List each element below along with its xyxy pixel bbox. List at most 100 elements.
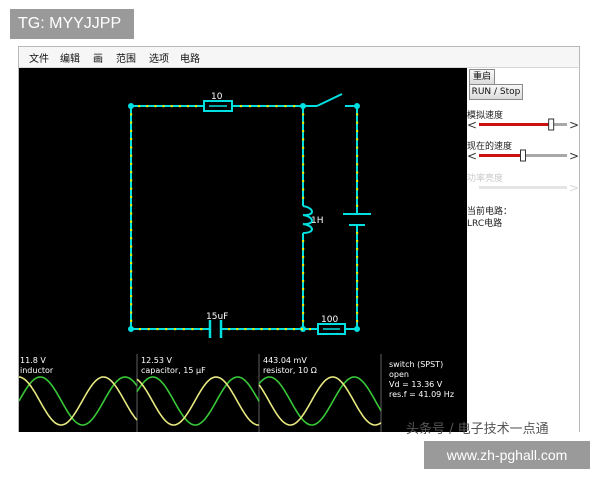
current-dot	[130, 171, 133, 174]
current-dot	[138, 105, 141, 108]
current-dot	[239, 105, 243, 108]
current-dot	[302, 155, 305, 158]
current-dot	[130, 311, 133, 314]
slider-thumb[interactable]	[520, 149, 526, 162]
current-dot	[130, 319, 133, 322]
menu-scope[interactable]: 范围	[116, 50, 136, 65]
current-dot	[178, 105, 181, 108]
current-dot	[302, 240, 305, 243]
node-top-left	[128, 103, 134, 109]
scope-resistor-label: 443.04 mV resistor, 10 Ω	[263, 356, 317, 376]
menu-draw[interactable]: 画	[93, 50, 103, 65]
current-dot	[356, 163, 359, 166]
slider-left-arrow-icon[interactable]: <	[467, 118, 477, 132]
current-dot	[356, 264, 359, 267]
current-dot	[356, 171, 359, 174]
slider-left-arrow-icon[interactable]: <	[467, 149, 477, 163]
run-stop-button[interactable]: RUN / Stop	[469, 84, 523, 100]
current-dot	[194, 105, 198, 108]
switch-info-vd: Vd = 13.36 V	[389, 380, 443, 389]
current-dot	[356, 129, 359, 133]
current-dot	[130, 204, 133, 207]
current-dot	[356, 296, 359, 299]
slider-track	[479, 186, 567, 189]
current-dot	[130, 179, 133, 182]
slider-right-arrow-icon[interactable]: >	[569, 149, 579, 163]
current-dot	[260, 328, 263, 331]
current-dot	[308, 328, 312, 331]
menu-bar: 文件 编辑 画 范围 选项 电路	[19, 47, 579, 68]
current-dot	[356, 312, 359, 315]
current-dot	[302, 196, 305, 199]
current-dot	[156, 328, 159, 331]
current-dot	[266, 105, 269, 108]
switch-info-resf: res.f = 41.09 Hz	[389, 390, 455, 399]
node-bottom-left	[128, 326, 134, 332]
simulation-canvas[interactable]: 10 100 1H 15uF 11.8 V inductor 12.53 V c…	[19, 68, 467, 432]
current-dot	[130, 220, 133, 223]
current-dot	[356, 272, 359, 275]
current-dot	[356, 232, 359, 235]
current-dot	[293, 105, 296, 108]
scope-inductor-value: 11.8 V	[20, 356, 46, 365]
current-dot	[356, 304, 359, 307]
scope-traces	[19, 376, 382, 426]
slider-fill	[479, 154, 523, 157]
current-dot	[130, 187, 133, 190]
scope-trace-voltage	[136, 376, 260, 426]
switch-info-title: switch (SPST)	[389, 360, 444, 369]
current-dot	[302, 256, 305, 259]
scope-capacitor-value: 12.53 V	[141, 356, 172, 365]
watermark-url: www.zh-pghall.com	[424, 441, 590, 469]
current-dot	[191, 328, 194, 331]
menu-circuits[interactable]: 电路	[180, 50, 200, 65]
current-dot	[302, 304, 305, 307]
slider-right-arrow-icon[interactable]: >	[569, 118, 579, 132]
current-dot	[200, 328, 203, 331]
current-dot	[356, 154, 359, 157]
current-dot	[162, 105, 165, 108]
current-dot	[302, 264, 305, 267]
current-dot	[257, 105, 260, 108]
scope-trace-voltage	[19, 376, 138, 426]
current-dot	[130, 245, 133, 248]
current-dot	[130, 146, 133, 149]
current-dot	[276, 328, 279, 331]
current-dot	[302, 113, 305, 116]
current-dot	[146, 105, 149, 108]
current-dot	[356, 188, 359, 191]
menu-edit[interactable]: 编辑	[60, 50, 80, 65]
slider-thumb[interactable]	[548, 118, 555, 131]
current-dot	[302, 138, 305, 141]
switch-blade	[316, 93, 343, 107]
node-top-mid	[300, 103, 306, 109]
current-dot	[170, 105, 173, 108]
menu-options[interactable]: 选项	[149, 50, 169, 65]
current-dot	[130, 303, 133, 306]
current-dot	[302, 171, 305, 174]
current-dot	[130, 237, 133, 240]
current-dot	[356, 204, 359, 207]
current-dot	[302, 320, 305, 323]
current-dot	[268, 328, 271, 331]
current-dot	[356, 288, 359, 291]
current-dot	[130, 270, 133, 273]
current-dot	[252, 328, 255, 331]
sim-speed-slider[interactable]: < >	[467, 118, 579, 132]
current-dot	[147, 328, 150, 331]
current-dot	[356, 320, 359, 323]
current-dot	[228, 328, 231, 331]
menu-file[interactable]: 文件	[29, 50, 49, 65]
current-dot	[356, 146, 359, 149]
current-dot	[356, 138, 359, 141]
scope-trace-voltage	[258, 376, 382, 426]
current-dot	[130, 162, 133, 165]
scope-capacitor-label: 12.53 V capacitor, 15 µF	[141, 356, 206, 376]
wires	[130, 93, 358, 330]
scope-trace-current	[136, 376, 259, 426]
current-dot	[130, 253, 133, 256]
watermark-tag: TG: MYYJJPP	[10, 9, 134, 39]
current-speed-slider[interactable]: < >	[467, 149, 579, 163]
reset-button[interactable]: 重启	[469, 69, 495, 85]
scope-capacitor-name: capacitor, 15 µF	[141, 366, 206, 375]
